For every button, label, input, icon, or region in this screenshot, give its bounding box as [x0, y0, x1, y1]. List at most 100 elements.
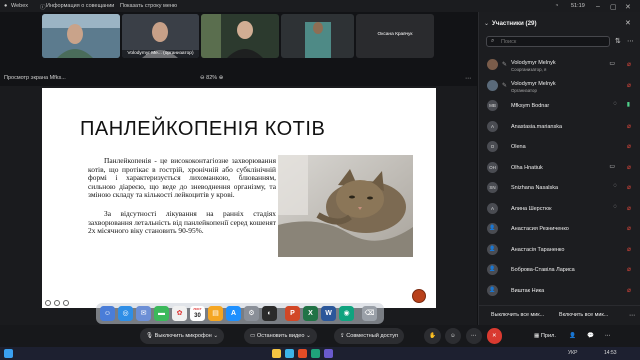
system-settings-icon[interactable]: ⚙: [244, 306, 259, 321]
webex-app-icon[interactable]: ◉: [339, 306, 354, 321]
share-button[interactable]: ⇪ Совместный доступ: [334, 328, 405, 344]
participant-row[interactable]: 👤 Анастасия Резниченко ⌀: [485, 219, 635, 239]
participant-row[interactable]: 👤 Боброва-Ставіла Лариса ⌀: [485, 260, 635, 280]
webex-taskbar-icon[interactable]: [311, 349, 320, 358]
emoji-button[interactable]: ☺: [445, 328, 461, 344]
stop-video-button[interactable]: ▭ Остановить видео ⌄: [244, 328, 317, 344]
mic-muted-icon[interactable]: ⌀: [627, 81, 631, 89]
participant-row[interactable]: O Olena ⌀: [485, 137, 635, 157]
calendar-icon[interactable]: ЛИСТ 30: [190, 306, 205, 321]
teams-icon[interactable]: [324, 349, 333, 358]
panel-more-icon[interactable]: ⋯: [627, 37, 634, 45]
video-tile-host[interactable]: Volodymyr Me... (организатор): [122, 14, 199, 58]
show-menu-bar-button[interactable]: Показать строку меню: [120, 3, 177, 9]
close-button[interactable]: ✕: [625, 3, 631, 11]
participant-row[interactable]: MB Mfksym Bodnar ◌ ▮: [485, 96, 635, 116]
mic-muted-icon[interactable]: ⌀: [627, 60, 631, 68]
apps-button[interactable]: ▦ Прил.: [528, 328, 562, 344]
participant-video: [281, 14, 354, 58]
timer-icon: ◔: [555, 3, 559, 9]
powerpoint-icon[interactable]: P: [285, 306, 300, 321]
sort-icon[interactable]: ⇅: [615, 37, 621, 45]
pointer-tool-icon[interactable]: [54, 300, 60, 306]
mic-active-icon[interactable]: ▮: [627, 101, 630, 108]
chat-icon: ◌: [613, 203, 617, 210]
panel-title: Участники (29): [492, 20, 537, 27]
start-icon[interactable]: [4, 349, 13, 358]
video-tile[interactable]: [42, 14, 120, 58]
activity-icon[interactable]: ◐: [262, 306, 277, 321]
participant-search[interactable]: ⌕: [486, 36, 610, 47]
edge-icon[interactable]: [285, 349, 294, 358]
mic-muted-icon[interactable]: ⌀: [627, 224, 631, 232]
video-tile[interactable]: [281, 14, 354, 58]
record-indicator[interactable]: [412, 289, 426, 303]
avatar: [487, 79, 498, 91]
language-indicator[interactable]: УКР: [568, 350, 577, 356]
collapse-chevron-icon[interactable]: ⌄: [484, 20, 489, 27]
mic-muted-icon[interactable]: ⌀: [627, 286, 631, 294]
chrome-icon[interactable]: [298, 349, 307, 358]
zoom-control[interactable]: ⊖ 82% ⊕: [200, 75, 223, 81]
safari-icon[interactable]: ◎: [118, 306, 133, 321]
excel-icon[interactable]: X: [303, 306, 318, 321]
mail-icon[interactable]: ✉: [136, 306, 151, 321]
photos-icon[interactable]: ✿: [172, 306, 187, 321]
participant-row[interactable]: SN Snizhana Nasalska ◌ ⌀: [485, 178, 635, 198]
mute-button[interactable]: 🎙 Выключить микрофон ⌄: [140, 328, 225, 344]
mic-muted-icon[interactable]: ⌀: [627, 265, 631, 273]
participant-row[interactable]: A Алина Шерстюк ◌ ⌀: [485, 199, 635, 219]
finder-icon[interactable]: ☺: [100, 306, 115, 321]
more-button[interactable]: ⋯: [466, 328, 482, 344]
participant-row[interactable]: OH Olha Hnatiuk ▭ ⌀: [485, 158, 635, 178]
zoom-in-icon[interactable]: ⊕: [219, 75, 224, 81]
participant-row[interactable]: A Anastasia.marianska ⌀: [485, 117, 635, 137]
mic-muted-icon[interactable]: ⌀: [627, 142, 631, 150]
meeting-info-button[interactable]: Информация о совещании: [46, 3, 114, 9]
kitten-photo: [278, 155, 413, 257]
word-icon[interactable]: W: [321, 306, 336, 321]
more-panels-icon[interactable]: ⋯: [602, 328, 614, 344]
messages-icon[interactable]: ▬: [154, 306, 169, 321]
search-icon: ⌕: [491, 38, 495, 44]
host-badge-icon: ✎: [502, 82, 508, 89]
chat-icon: ◌: [613, 183, 617, 189]
explorer-icon[interactable]: [272, 349, 281, 358]
mic-muted-icon[interactable]: ⌀: [627, 183, 631, 191]
reactions-button[interactable]: ✋: [424, 328, 441, 344]
system-clock[interactable]: 14:53: [604, 350, 617, 356]
mic-muted-icon[interactable]: ⌀: [627, 122, 631, 130]
minimize-button[interactable]: –: [596, 3, 600, 10]
mic-muted-icon[interactable]: ⌀: [627, 163, 631, 171]
leave-button[interactable]: ✕: [487, 328, 502, 344]
mic-muted-icon[interactable]: ⌀: [627, 204, 631, 212]
panel-close-icon[interactable]: ✕: [625, 19, 631, 27]
participant-row[interactable]: ✎ Volodymyr Melnyk Организатор ⌀: [485, 76, 635, 96]
unmute-all-button[interactable]: Включить все мик...: [559, 312, 608, 318]
search-input[interactable]: [501, 37, 601, 46]
info-icon[interactable]: ⓘ: [40, 3, 46, 11]
video-tile[interactable]: Оксана Кравчук: [356, 14, 434, 58]
title-bar: ● Webex ⓘ Информация о совещании Показат…: [0, 0, 640, 12]
participants-toggle-icon[interactable]: 👤: [566, 328, 579, 344]
chat-toggle-icon[interactable]: 💬: [584, 328, 597, 344]
share-view-label[interactable]: Просмотр экрана Mfks...: [4, 75, 66, 81]
trash-icon[interactable]: ⌫: [362, 306, 377, 321]
maximize-button[interactable]: ▢: [610, 3, 617, 11]
participant-row[interactable]: 👤 Виштак Ника ⌀: [485, 281, 635, 301]
mic-muted-icon[interactable]: ⌀: [627, 245, 631, 253]
stop-video-label: Остановить видео: [256, 333, 305, 339]
video-tile[interactable]: [201, 14, 279, 58]
participant-row[interactable]: ✎ Volodymyr Melnyk Соорганизатор, я ▭ ⌀: [485, 55, 635, 75]
app-store-icon[interactable]: A: [226, 306, 241, 321]
meeting-controls: 🎙 Выключить микрофон ⌄ ▭ Остановить виде…: [0, 325, 640, 347]
windows-taskbar: УКР 14:53: [0, 347, 640, 360]
participant-row[interactable]: 👤 Анастасія Тараненко ⌀: [485, 240, 635, 260]
mute-all-button[interactable]: Выключить все мик...: [491, 312, 544, 318]
pen-tool-icon[interactable]: [45, 300, 51, 306]
more-options-icon[interactable]: ⋯: [465, 75, 471, 82]
slides-tool-icon[interactable]: [63, 300, 69, 306]
notes-icon[interactable]: ▤: [208, 306, 223, 321]
calendar-day: 30: [194, 313, 201, 319]
footer-more-icon[interactable]: ⋯: [629, 312, 635, 319]
